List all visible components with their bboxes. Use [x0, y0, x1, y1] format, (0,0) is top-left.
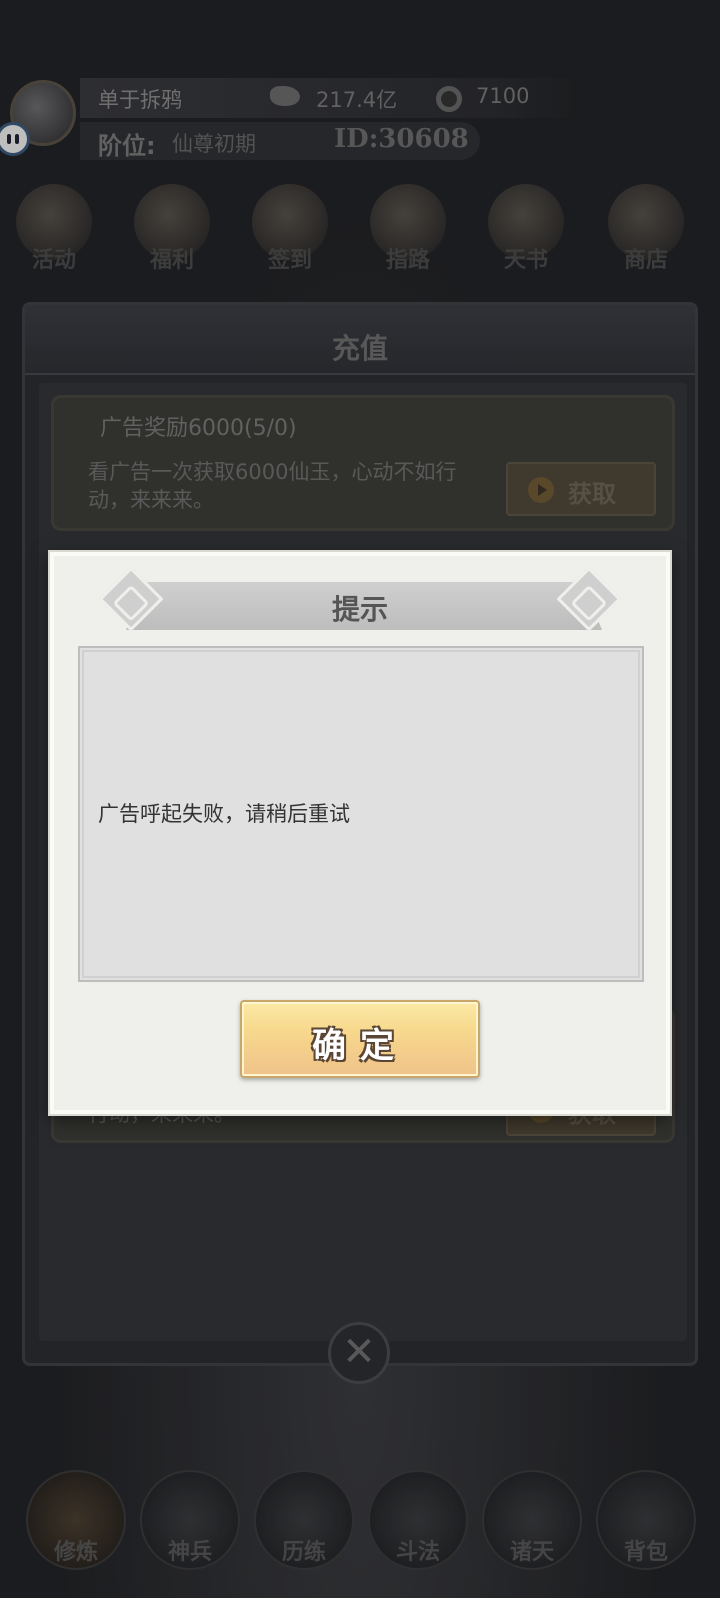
dialog-content: 广告呼起失败，请稍后重试: [78, 646, 644, 982]
confirm-button[interactable]: 确定: [240, 1000, 480, 1078]
dialog-title: 提示: [331, 593, 388, 626]
dialog-message: 广告呼起失败，请稍后重试: [98, 802, 350, 826]
confirm-label: 确定: [312, 1026, 408, 1066]
alert-dialog: 提示 广告呼起失败，请稍后重试 确定: [50, 552, 670, 1114]
